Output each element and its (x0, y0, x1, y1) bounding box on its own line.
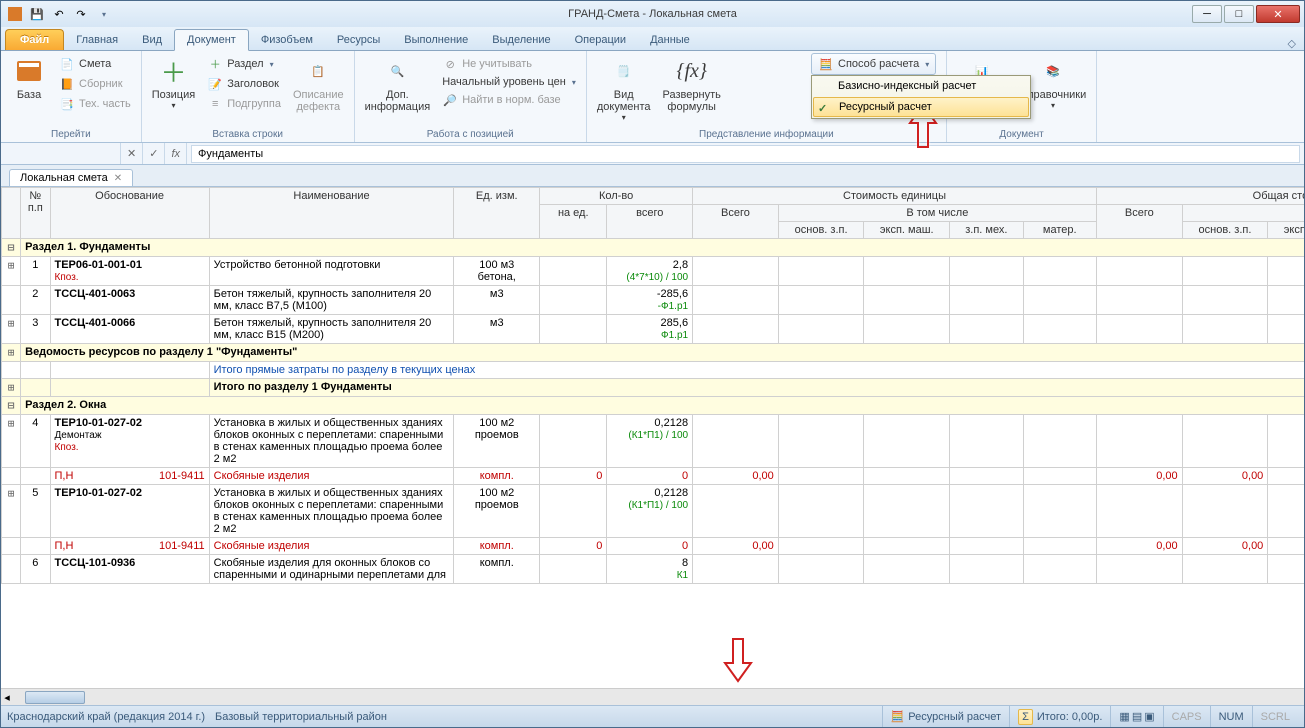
razdel-button[interactable]: ＋Раздел (203, 55, 285, 73)
section-1-header[interactable]: ⊟Раздел 1. Фундаменты (2, 239, 1305, 257)
calc-option-resursny[interactable]: ✓Ресурсный расчет (813, 97, 1029, 117)
razvernut-formuly-button[interactable]: {fx}Развернуть формулы (659, 53, 725, 115)
quick-access-toolbar: 💾 ↶ ↷ (5, 4, 113, 24)
fx-icon[interactable]: fx (165, 143, 187, 164)
tab-operacii[interactable]: Операции (563, 30, 638, 50)
itogo-razdel-row[interactable]: ⊞Итого по разделу 1 Фундаменты (2, 379, 1305, 397)
zagolovok-button[interactable]: 📝Заголовок (203, 75, 285, 93)
opisanie-defekta-button: 📋Описание дефекта (289, 53, 348, 115)
undo-icon[interactable]: ↶ (49, 4, 69, 24)
ribbon-help-icon[interactable]: ◇ (1280, 37, 1304, 50)
name-box[interactable] (1, 143, 121, 164)
status-calc-mode[interactable]: 🧮Ресурсный расчет (882, 706, 1009, 727)
window-title: ГРАНД-Смета - Локальная смета (568, 8, 737, 20)
table-row[interactable]: ⊞1 ТЕР06-01-001-01Кпоз. Устройство бетон… (2, 257, 1305, 286)
accept-icon[interactable]: ✓ (143, 143, 165, 164)
group-vstavka: Вставка строки (148, 127, 348, 142)
tab-dannye[interactable]: Данные (638, 30, 702, 50)
titlebar: 💾 ↶ ↷ ГРАНД-Смета - Локальная смета ─ □ … (1, 1, 1304, 27)
formula-input[interactable] (191, 145, 1300, 163)
tab-resursy[interactable]: Ресурсы (325, 30, 392, 50)
grid[interactable]: № п.п Обоснование Наименование Ед. изм. … (1, 187, 1304, 688)
najti-button: 🔎Найти в норм. базе (438, 91, 580, 109)
table-row[interactable]: 2ТССЦ-401-0063 Бетон тяжелый, крупность … (2, 286, 1305, 315)
dopinfo-button[interactable]: 🔍Доп. информация (361, 53, 435, 115)
tab-glavnaya[interactable]: Главная (64, 30, 130, 50)
annotation-arrow-down (721, 635, 755, 686)
table-row[interactable]: 6ТССЦ-101-0936 Скобяные изделия для окон… (2, 555, 1305, 584)
tab-vid[interactable]: Вид (130, 30, 174, 50)
vedomost-row[interactable]: ⊞Ведомость ресурсов по разделу 1 "Фундам… (2, 344, 1305, 362)
status-region: Краснодарский край (редакция 2014 г.) (7, 711, 205, 723)
sbornik-button: 📙Сборник (55, 75, 135, 93)
statusbar: Краснодарский край (редакция 2014 г.) Ба… (1, 705, 1304, 727)
section-2-header[interactable]: ⊟Раздел 2. Окна (2, 397, 1305, 415)
cancel-icon[interactable]: ✕ (121, 143, 143, 164)
ribbon-tabs: Файл Главная Вид Документ Физобъем Ресур… (1, 27, 1304, 51)
group-perejti: Перейти (7, 127, 135, 142)
sheet-tab-lokalnaya[interactable]: Локальная смета✕ (9, 169, 133, 186)
table-row[interactable]: ⊞3ТССЦ-401-0066 Бетон тяжелый, крупность… (2, 315, 1305, 344)
table-row[interactable]: П,Н 101-9411 Скобяные изделиякомпл. 00 0… (2, 538, 1305, 555)
status-base: Базовый территориальный район (215, 711, 387, 723)
minimize-button[interactable]: ─ (1192, 5, 1222, 23)
maximize-button[interactable]: □ (1224, 5, 1254, 23)
status-num: NUM (1210, 706, 1252, 727)
status-view-buttons[interactable]: ▦▤▣ (1110, 706, 1162, 727)
col-num[interactable]: № п.п (21, 188, 50, 239)
ribbon: База 📄Смета 📙Сборник 📑Тех. часть Перейти… (1, 51, 1304, 143)
tab-vypolnenie[interactable]: Выполнение (392, 30, 480, 50)
group-predstavlenie: Представление информации (593, 127, 940, 142)
status-sum-button[interactable]: Σ (1018, 709, 1033, 725)
app-icon[interactable] (5, 4, 25, 24)
pozicia-button[interactable]: ＋Позиция▾ (148, 53, 200, 112)
sheet-tabs: Локальная смета✕ (1, 165, 1304, 187)
qat-customize-icon[interactable] (93, 4, 113, 24)
sposob-rascheta-button[interactable]: 🧮Способ расчета (811, 53, 936, 75)
tab-vydelenie[interactable]: Выделение (480, 30, 562, 50)
table-row[interactable]: ⊞5ТЕР10-01-027-02 Установка в жилых и об… (2, 485, 1305, 538)
sheet-close-icon[interactable]: ✕ (114, 173, 122, 184)
col-edizm[interactable]: Ед. изм. (454, 188, 540, 239)
col-naimenovanie[interactable]: Наименование (209, 188, 454, 239)
horizontal-scrollbar[interactable]: ◂ (1, 688, 1304, 705)
neuchityvat-button: ⊘Не учитывать (438, 55, 580, 73)
col-obshaya[interactable]: Общая стоимость (1096, 188, 1304, 205)
col-kolvo[interactable]: Кол-во (540, 188, 693, 205)
smeta-button[interactable]: 📄Смета (55, 55, 135, 73)
file-tab[interactable]: Файл (5, 29, 64, 50)
table-row[interactable]: ⊞4 ТЕР10-01-027-02ДемонтажКпоз. Установк… (2, 415, 1305, 468)
group-rabota: Работа с позицией (361, 127, 580, 142)
baza-button[interactable]: База (7, 53, 51, 103)
group-dokument: Документ (953, 127, 1090, 142)
tab-fizobem[interactable]: Физобъем (249, 30, 325, 50)
redo-icon[interactable]: ↷ (71, 4, 91, 24)
close-button[interactable]: ✕ (1256, 5, 1300, 23)
save-icon[interactable]: 💾 (27, 4, 47, 24)
sposob-rascheta-menu: Базисно-индексный расчет ✓Ресурсный расч… (811, 75, 1031, 119)
calc-option-bazisno[interactable]: Базисно-индексный расчет (812, 76, 1030, 96)
col-obosnovanie[interactable]: Обоснование (50, 188, 209, 239)
nachurocen-button[interactable]: Начальный уровень цен (438, 75, 580, 89)
podgruppa-button: ≡Подгруппа (203, 95, 285, 113)
vid-dokumenta-button[interactable]: 🗒️Вид документа▾ (593, 53, 655, 124)
col-stoimed[interactable]: Стоимость единицы (693, 188, 1097, 205)
status-itogo: Итого: 0,00р. (1037, 711, 1103, 723)
status-caps: CAPS (1163, 706, 1210, 727)
table-row[interactable]: П,Н 101-9411 Скобяные изделиякомпл. 00 0… (2, 468, 1305, 485)
status-scrl: SCRL (1252, 706, 1298, 727)
tehchast-button: 📑Тех. часть (55, 95, 135, 113)
itogo-row[interactable]: Итого прямые затраты по разделу в текущи… (2, 362, 1305, 379)
tab-dokument[interactable]: Документ (174, 29, 249, 51)
check-icon: ✓ (818, 102, 827, 115)
formula-bar: ✕ ✓ fx (1, 143, 1304, 165)
